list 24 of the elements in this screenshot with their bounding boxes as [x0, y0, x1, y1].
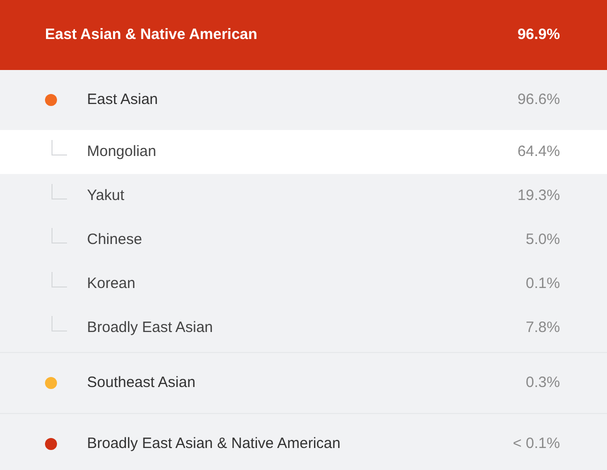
subgroup-label: Chinese	[87, 230, 142, 250]
subgroup-label: Broadly East Asian	[87, 318, 213, 338]
subgroup-percent: 64.4%	[517, 142, 560, 162]
tree-connector-icon	[51, 184, 67, 200]
subgroup-row[interactable]: Mongolian 64.4%	[0, 130, 607, 174]
subgroup-label: Korean	[87, 274, 136, 294]
group-label: East Asian	[87, 90, 158, 110]
header-percent: 96.9%	[517, 24, 560, 45]
subgroup-label: Yakut	[87, 186, 124, 206]
subgroup-label: Mongolian	[87, 142, 156, 162]
group-label: Southeast Asian	[87, 372, 196, 393]
tree-connector-icon	[51, 272, 67, 288]
group-percent: 96.6%	[517, 90, 560, 110]
tree-connector-icon	[51, 140, 67, 156]
subgroup-percent: 19.3%	[517, 186, 560, 206]
tree-connector-icon	[51, 316, 67, 332]
subgroup-percent: 7.8%	[526, 318, 560, 338]
tree-connector-icon	[51, 228, 67, 244]
group-label: Broadly East Asian & Native American	[87, 434, 340, 454]
subgroup-percent: 0.1%	[526, 274, 560, 294]
group-percent: 0.3%	[526, 372, 560, 393]
subgroup-percent: 5.0%	[526, 230, 560, 250]
header-label: East Asian & Native American	[45, 24, 258, 45]
group-percent: < 0.1%	[512, 434, 560, 454]
